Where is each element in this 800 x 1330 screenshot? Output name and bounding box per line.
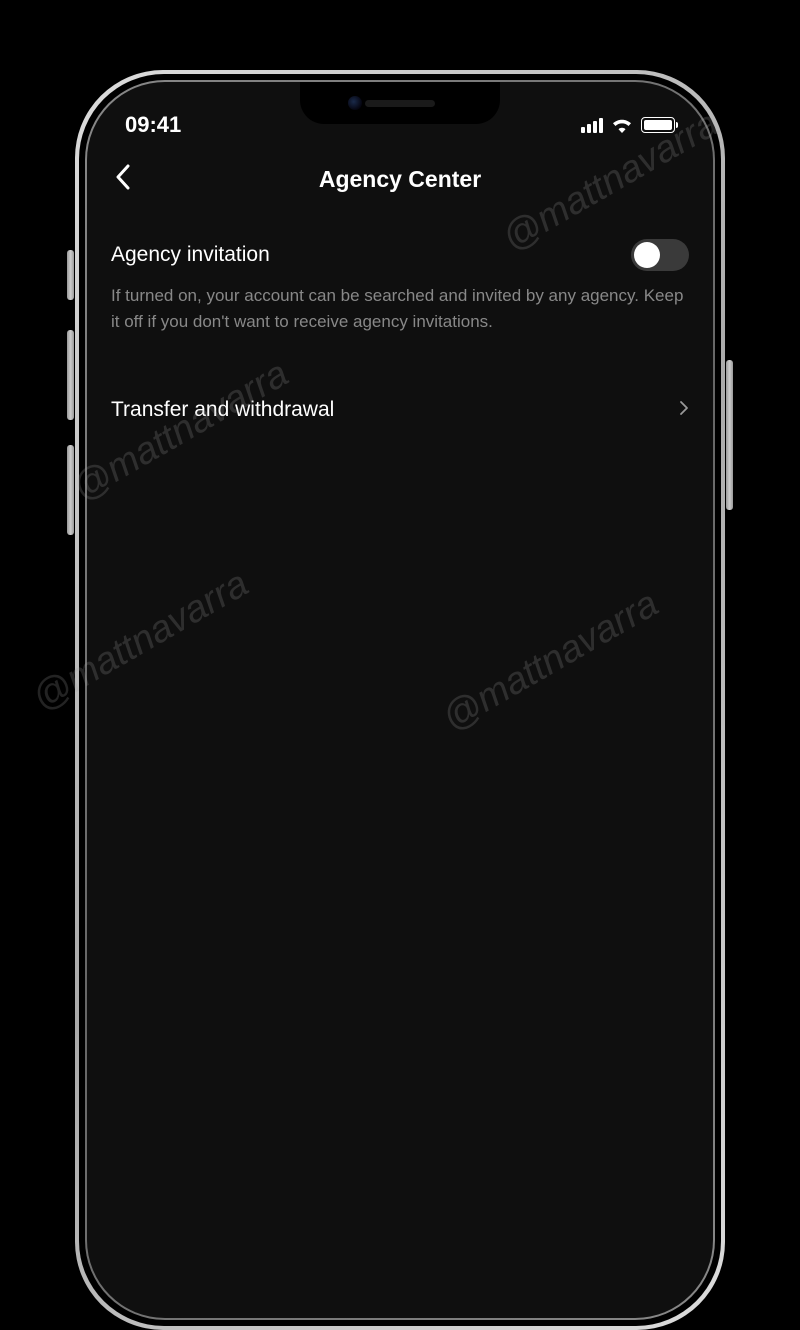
phone-speaker [365, 100, 435, 107]
agency-invitation-row: Agency invitation [111, 227, 689, 277]
front-camera [348, 96, 362, 110]
battery-icon [641, 117, 675, 133]
page-title: Agency Center [111, 166, 689, 193]
agency-invitation-toggle[interactable] [631, 239, 689, 271]
agency-invitation-description: If turned on, your account can be search… [111, 277, 689, 340]
phone-frame: 09:41 [75, 70, 725, 1330]
chevron-right-icon [679, 400, 689, 421]
phone-power-button [726, 360, 733, 510]
phone-notch [300, 82, 500, 124]
toggle-knob [634, 242, 660, 268]
transfer-withdrawal-label: Transfer and withdrawal [111, 398, 334, 422]
phone-volume-up [67, 330, 74, 420]
agency-invitation-label: Agency invitation [111, 243, 270, 267]
wifi-icon [611, 117, 633, 133]
status-time: 09:41 [125, 112, 181, 138]
phone-volume-down [67, 445, 74, 535]
cellular-signal-icon [581, 118, 603, 133]
status-icons [581, 117, 675, 133]
nav-header: Agency Center [87, 144, 713, 215]
phone-screen: 09:41 [87, 82, 713, 1318]
chevron-left-icon [115, 164, 131, 190]
back-button[interactable] [109, 158, 137, 201]
transfer-withdrawal-row[interactable]: Transfer and withdrawal [111, 340, 689, 438]
phone-mute-switch [67, 250, 74, 300]
content-area: Agency invitation If turned on, your acc… [87, 215, 713, 450]
